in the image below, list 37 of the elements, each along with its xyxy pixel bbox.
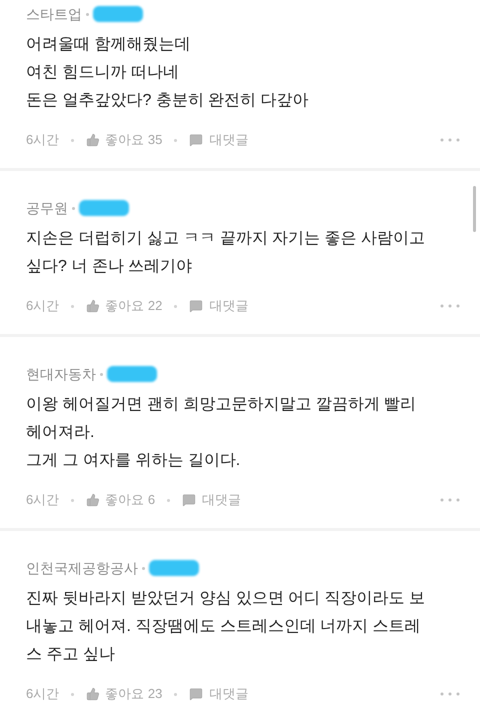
more-icon[interactable] [440, 304, 460, 308]
reply-button[interactable]: 대댓글 [182, 490, 242, 510]
more-icon[interactable] [440, 138, 460, 142]
like-button[interactable]: 좋아요 6 [86, 490, 156, 510]
like-button[interactable]: 좋아요 22 [86, 296, 162, 316]
speech-bubble-icon [189, 133, 204, 147]
redaction-mark [79, 200, 129, 216]
speech-bubble-icon [189, 299, 204, 313]
company-name: 공무원 [26, 198, 68, 218]
like-button[interactable]: 좋아요 23 [86, 684, 162, 704]
company-name: 스타트업 [26, 4, 82, 24]
more-icon[interactable] [440, 692, 460, 696]
comment-text: 진짜 뒷바라지 받았던거 양심 있으면 어디 직장이라도 보 내놓고 헤어져. 직장땜에도 스트레스인데 너까지 스트레 스 주고 싶나 [26, 589, 426, 665]
thumbs-up-icon [86, 133, 100, 147]
scrollbar[interactable] [473, 186, 476, 232]
thumbs-up-icon [86, 687, 100, 701]
time-label: 6시간 [26, 491, 60, 510]
thumbs-up-icon [86, 493, 100, 507]
company-name: 인천국제공항공사 [26, 558, 138, 578]
redaction-mark [93, 6, 143, 22]
reply-button[interactable]: 대댓글 [189, 684, 248, 704]
speech-bubble-icon [182, 493, 196, 507]
redaction-mark [149, 560, 199, 576]
speech-bubble-icon [189, 687, 204, 701]
more-icon[interactable] [440, 498, 460, 502]
like-button[interactable]: 좋아요 35 [86, 130, 162, 150]
reply-button[interactable]: 대댓글 [189, 130, 248, 150]
company-name: 현대자동차 [26, 364, 96, 384]
redaction-mark [107, 366, 157, 382]
comment-text: 이왕 헤어질거면 괜히 희망고문하지말고 깔끔하게 빨리 헤어져라. 그게 그 여자를 위하는 길이다. [26, 395, 418, 471]
reply-button[interactable]: 대댓글 [189, 296, 248, 316]
thumbs-up-icon [86, 299, 100, 313]
time-label: 6시간 [26, 685, 60, 704]
time-label: 6시간 [26, 297, 60, 316]
time-label: 6시간 [26, 131, 60, 150]
comment-text: 지손은 더럽히기 싫고 ㅋㅋ 끝까지 자기는 좋은 사람이고 싶다? 너 존나 쓰레기야 [26, 229, 426, 277]
comment-text: 어려울때 함께해줬는데 여친 힘드니까 떠나네 돈은 얼추갚았다? 충분히 완전히 다갚아 [26, 35, 310, 111]
